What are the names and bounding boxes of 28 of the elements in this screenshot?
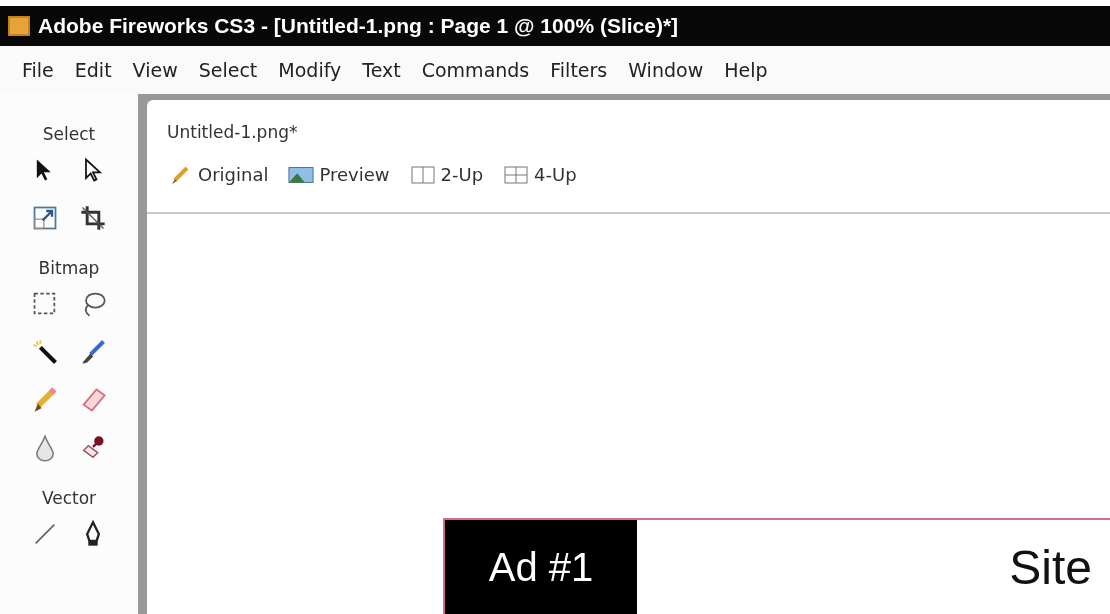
menu-item[interactable]: Text xyxy=(362,59,401,81)
two-pane-icon xyxy=(409,164,436,185)
ad-label: Ad #1 xyxy=(488,544,594,590)
menu-item[interactable]: Help xyxy=(724,59,768,81)
view-button[interactable]: 4-Up xyxy=(503,164,577,185)
four-pane-icon xyxy=(503,164,530,185)
app-logo-icon xyxy=(8,16,30,36)
window-title: Adobe Fireworks CS3 - [Untitled-1.png : Page 1 @ 100% (Slice)*] xyxy=(38,14,679,38)
menu-item[interactable]: Edit xyxy=(74,59,112,81)
crop-icon[interactable] xyxy=(79,204,107,232)
menu-item[interactable]: Commands xyxy=(421,59,530,81)
menu-item[interactable]: Filters xyxy=(550,59,608,81)
view-button[interactable]: Preview xyxy=(288,164,390,185)
scale-icon[interactable] xyxy=(31,204,59,232)
site-title: Site xyxy=(1009,539,1092,595)
menu-item[interactable]: Modify xyxy=(278,59,342,81)
magic-wand-icon[interactable] xyxy=(31,338,59,366)
menu-item[interactable]: Window xyxy=(628,59,704,81)
tool-group-title: Bitmap xyxy=(38,258,100,278)
menu-item[interactable]: Select xyxy=(198,59,258,81)
view-button[interactable]: Original xyxy=(167,164,269,185)
landscape-icon xyxy=(288,164,315,185)
tool-group-title: Vector xyxy=(41,488,97,508)
menu-item[interactable]: View xyxy=(132,59,178,81)
document-tab[interactable]: Untitled-1.png* xyxy=(167,122,298,142)
tool-group-title: Select xyxy=(42,124,96,144)
view-button[interactable]: 2-Up xyxy=(409,164,484,185)
menu-item[interactable]: File xyxy=(22,59,54,81)
